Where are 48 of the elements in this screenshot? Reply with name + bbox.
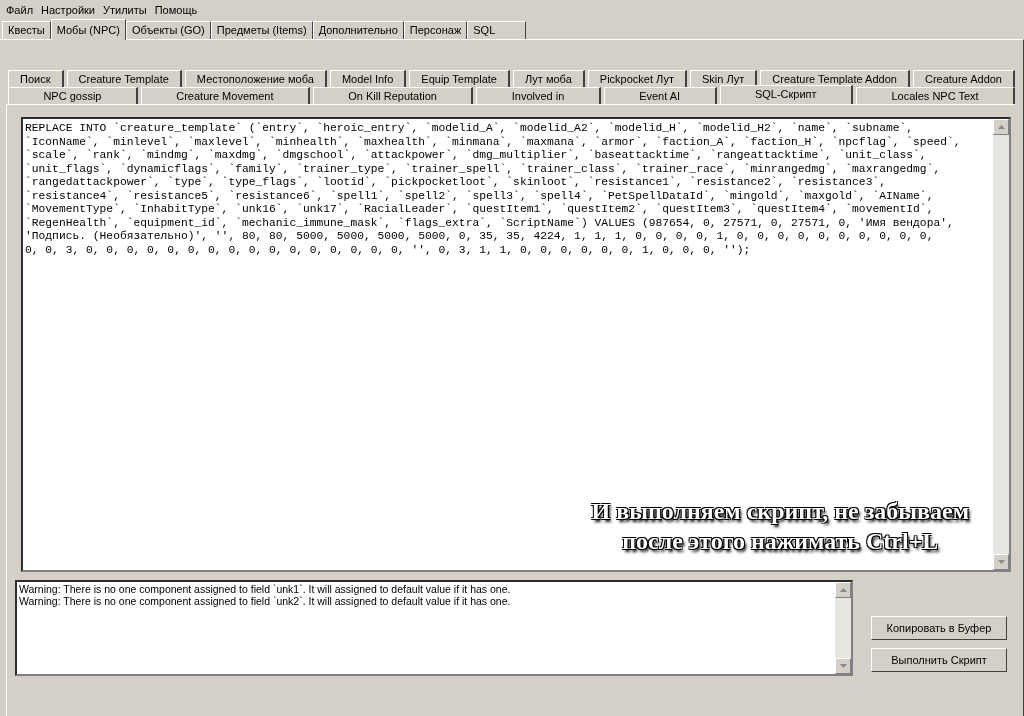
code-line: `IconName`, `minlevel`, `maxlevel`, `minhealth`, `maxhealth`, `minmana`, `maxmana`, `armor`, `faction_A`, `faction_H`, `npcflag`, `speed`, xyxy=(25,135,962,149)
scrollbar[interactable] xyxy=(993,119,1009,570)
menu-item[interactable]: Файл xyxy=(2,3,38,16)
tab[interactable]: Involved in xyxy=(476,87,601,104)
code-line: `RegenHealth`, `equipment_id`, `mechanic_immune_mask`, `flags_extra`, `ScriptName`) VALUES (987654, 0, 27571, 0, 27571, 0, 'Имя вендора', xyxy=(25,216,955,230)
tab[interactable]: NPC gossip xyxy=(8,87,138,104)
caption-text: И выполняем скрипт, не забываем xyxy=(591,496,969,526)
tab[interactable]: Предметы (Items) xyxy=(210,21,313,39)
tab[interactable]: Creature Template xyxy=(66,70,182,87)
code-line: 'Подпись. (Необязательно)', '', 80, 80, 5000, 5000, 5000, 5000, 0, 35, 35, 4224, 1, 1, 1, 0, 0, 0, 0, 1, 0, 0, 0, 0, 0, 0, 0, 0, 0, 0, xyxy=(25,230,935,244)
tab[interactable]: SQL-Скрипт xyxy=(719,85,853,104)
tab[interactable]: Creature Addon xyxy=(912,70,1015,87)
code-line: `rangedattackpower`, `type`, `type_flags`, `lootid`, `pickpocketloot`, `skinloot`, `resistance1`, `resistance2`, `resistance3`, xyxy=(25,176,887,190)
scroll-down-icon[interactable] xyxy=(993,554,1009,570)
tab[interactable]: Местоположение моба xyxy=(184,70,327,87)
tab[interactable]: SQL xyxy=(467,21,527,39)
scroll-down-icon[interactable] xyxy=(835,658,851,674)
log-line: Warning: There is no one component assigned to field `unk2`. It will assigned to default value if it has one. xyxy=(19,595,512,607)
code-line: `MovementType`, `InhabitType`, `unk16`, `unk17`, `RacialLeader`, `questItem1`, `questItem2`, `questItem3`, `questItem4`, `movementId`, xyxy=(25,203,935,217)
tab[interactable]: Creature Movement xyxy=(140,87,310,104)
scroll-up-icon[interactable] xyxy=(835,582,851,598)
tab[interactable]: Locales NPC Text xyxy=(856,87,1016,104)
tab[interactable]: Equip Template xyxy=(409,70,510,87)
log-line: Warning: There is no one component assigned to field `unk1`. It will assigned to default value if it has one. xyxy=(19,583,512,595)
code-line: 0, 0, 3, 0, 0, 0, 0, 0, 0, 0, 0, 0, 0, 0, 0, 0, 0, 0, 0, '', 0, 3, 1, 1, 0, 0, 0, 0, 0, 0, 1, 0, 0, 0, ''); xyxy=(25,243,752,257)
caption-text: после этого нажимать Ctrl+L xyxy=(621,528,941,556)
tab[interactable]: Объекты (GO) xyxy=(125,21,211,39)
tab[interactable]: On Kill Reputation xyxy=(312,87,474,104)
action-button[interactable]: Выполнить Скрипт xyxy=(871,648,1007,672)
sql-editor[interactable] xyxy=(21,117,1011,572)
menu-item[interactable]: Настройки xyxy=(37,3,99,16)
scroll-up-icon[interactable] xyxy=(993,119,1009,135)
code-line: `unit_flags`, `dynamicflags`, `family`, `trainer_type`, `trainer_spell`, `trainer_class`, `trainer_race`, `minrangedmg`, `maxrangedmg`, xyxy=(25,162,942,176)
tab[interactable]: Персонаж xyxy=(403,21,468,39)
tab[interactable]: Квесты xyxy=(2,21,51,39)
tab[interactable]: Pickpocket Лут xyxy=(587,70,687,87)
action-button[interactable]: Копировать в Буфер xyxy=(871,616,1007,640)
menu-item[interactable]: Помощь xyxy=(150,3,202,16)
menu-item[interactable]: Утилиты xyxy=(99,3,151,16)
code-line: `resistance4`, `resistance5`, `resistance6`, `spell1`, `spell2`, `spell3`, `spell4`, `PetSpellDataId`, `mingold`, `maxgold`, `AIName`, xyxy=(25,189,935,203)
tab[interactable]: Model Info xyxy=(329,70,407,87)
tab[interactable]: Дополнительно xyxy=(312,21,404,39)
code-line: REPLACE INTO `creature_template` (`entry`, `heroic_entry`, `modelid_A`, `modelid_A2`, `modelid_H`, `modelid_H2`, `name`, `subname`, xyxy=(25,122,915,136)
tab[interactable]: Лут моба xyxy=(512,70,585,87)
code-line: `scale`, `rank`, `mindmg`, `maxdmg`, `dmgschool`, `attackpower`, `dmg_multiplier`, `baseattacktime`, `rangeattacktime`, `unit_class`, xyxy=(25,149,928,163)
tab[interactable]: Мобы (NPC) xyxy=(50,19,126,40)
tab[interactable]: Event AI xyxy=(603,87,717,104)
tab[interactable]: Поиск xyxy=(8,70,64,87)
